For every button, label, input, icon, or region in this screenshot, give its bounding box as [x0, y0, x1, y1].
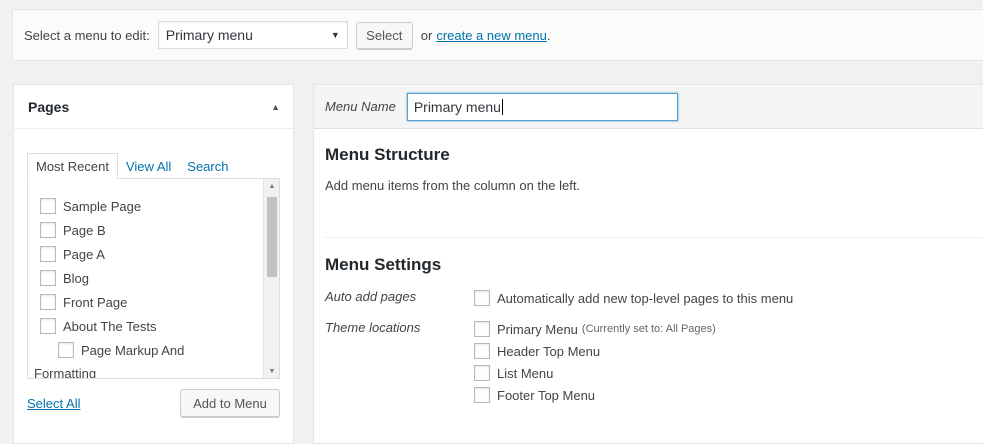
select-button[interactable]: Select	[355, 21, 413, 49]
list-item: Page Markup And	[40, 338, 261, 362]
page-label: Front Page	[63, 294, 128, 310]
auto-add-option[interactable]: Automatically add new top-level pages to…	[474, 287, 793, 309]
page-label: Page Markup And	[81, 342, 185, 358]
pages-list-panel: Sample Page Page B Page A Blog Front Pag…	[27, 178, 280, 379]
location-primary-menu[interactable]: Primary Menu (Currently set to: All Page…	[474, 318, 716, 340]
page-checkbox[interactable]	[40, 198, 56, 214]
pages-box-title: Pages	[28, 98, 70, 115]
list-item: Page B	[40, 218, 261, 242]
menu-select-value: Primary menu	[165, 27, 253, 43]
theme-locations-options: Primary Menu (Currently set to: All Page…	[474, 318, 716, 406]
scroll-thumb[interactable]	[267, 197, 277, 277]
list-item: Blog	[40, 266, 261, 290]
page-label: Page B	[63, 222, 106, 238]
create-new-menu-link[interactable]: create a new menu	[436, 28, 547, 43]
menu-select-dropdown[interactable]: Primary menu ▼	[157, 21, 348, 49]
tab-most-recent[interactable]: Most Recent	[27, 153, 118, 179]
select-menu-label: Select a menu to edit:	[24, 27, 150, 43]
page-label: Blog	[63, 270, 90, 286]
theme-locations-row: Theme locations Primary Menu (Currently …	[325, 318, 716, 406]
menu-editor: Menu Name Primary menu Menu Structure Ad…	[313, 84, 983, 444]
collapse-arrow-icon[interactable]: ▲	[271, 102, 280, 112]
list-item: About The Tests	[40, 314, 261, 338]
menu-name-label: Menu Name	[325, 99, 396, 114]
location-header-top-menu[interactable]: Header Top Menu	[474, 340, 716, 362]
list-item-continued: Formatting	[28, 362, 261, 379]
scroll-down-icon[interactable]: ▼	[264, 364, 279, 378]
location-checkbox[interactable]	[474, 343, 490, 359]
pages-meta-box: Pages ▲ Most Recent View All Search Samp…	[13, 84, 294, 444]
page-label: About The Tests	[63, 318, 157, 334]
or-text: or	[420, 27, 433, 43]
menu-name-input[interactable]: Primary menu	[406, 92, 678, 121]
section-divider	[325, 237, 983, 238]
pages-box-header[interactable]: Pages ▲	[14, 85, 293, 129]
page-label: Page A	[63, 246, 105, 262]
location-label: Footer Top Menu	[497, 387, 596, 403]
location-footer-top-menu[interactable]: Footer Top Menu	[474, 384, 716, 406]
create-suffix: .	[546, 27, 551, 43]
auto-add-pages-label: Auto add pages	[325, 289, 417, 304]
list-scrollbar[interactable]: ▲ ▼	[263, 179, 279, 378]
menu-structure-description: Add menu items from the column on the le…	[325, 178, 581, 193]
location-checkbox[interactable]	[474, 387, 490, 403]
page-checkbox[interactable]	[40, 270, 56, 286]
page-checkbox[interactable]	[58, 342, 74, 358]
auto-add-checkbox[interactable]	[474, 290, 490, 306]
auto-add-pages-row: Auto add pages Automatically add new top…	[325, 287, 793, 309]
auto-add-option-label: Automatically add new top-level pages to…	[497, 290, 794, 306]
select-all-link[interactable]: Select All	[27, 396, 80, 411]
location-checkbox[interactable]	[474, 321, 490, 337]
tab-view-all[interactable]: View All	[118, 153, 179, 179]
manage-menus-bar: Select a menu to edit: Primary menu ▼ Se…	[12, 9, 983, 61]
chevron-down-icon: ▼	[330, 30, 340, 40]
pages-box-footer: Select All Add to Menu	[27, 389, 280, 417]
menu-structure-title: Menu Structure	[325, 145, 450, 164]
location-label: List Menu	[497, 365, 554, 381]
page-list: Sample Page Page B Page A Blog Front Pag…	[34, 194, 261, 378]
page-label: Sample Page	[63, 198, 142, 214]
page-label: Formatting	[34, 365, 97, 379]
text-cursor	[501, 98, 503, 115]
pages-tabs: Most Recent View All Search	[27, 153, 236, 179]
add-to-menu-button[interactable]: Add to Menu	[180, 389, 280, 417]
page-checkbox[interactable]	[40, 246, 56, 262]
location-label: Header Top Menu	[497, 343, 601, 359]
location-note: (Currently set to: All Pages)	[581, 323, 716, 335]
location-label: Primary Menu	[497, 321, 578, 337]
list-item: Page A	[40, 242, 261, 266]
list-item: Front Page	[40, 290, 261, 314]
menu-settings-title: Menu Settings	[325, 255, 442, 274]
location-checkbox[interactable]	[474, 365, 490, 381]
page-checkbox[interactable]	[40, 294, 56, 310]
list-item: Sample Page	[40, 194, 261, 218]
menu-name-header: Menu Name Primary menu	[314, 85, 983, 129]
scroll-up-icon[interactable]: ▲	[264, 179, 279, 193]
theme-locations-label: Theme locations	[325, 320, 421, 335]
page-checkbox[interactable]	[40, 222, 56, 238]
menu-name-value: Primary menu	[413, 98, 501, 115]
tab-search[interactable]: Search	[179, 153, 236, 179]
location-list-menu[interactable]: List Menu	[474, 362, 716, 384]
page-checkbox[interactable]	[40, 318, 56, 334]
